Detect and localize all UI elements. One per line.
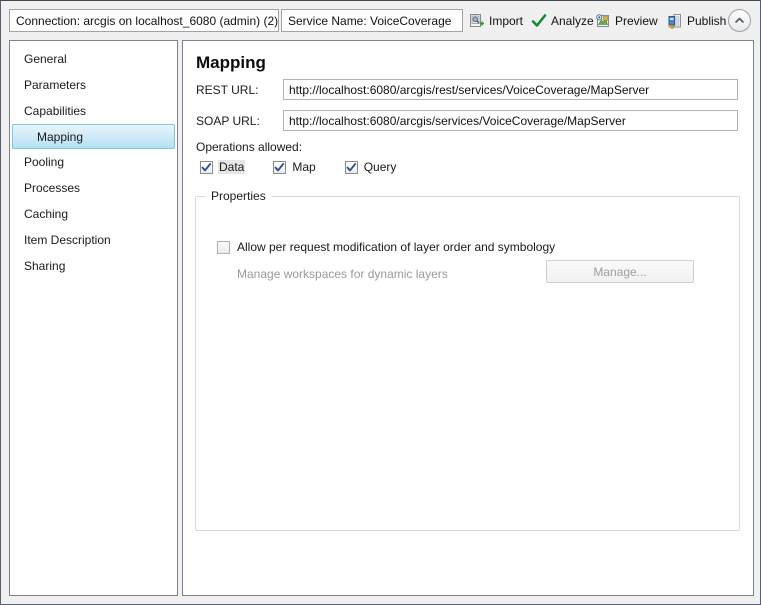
import-icon: [469, 13, 485, 29]
header-toolbar: Connection: arcgis on localhost_6080 (ad…: [1, 1, 760, 40]
checkbox-checked-icon: [344, 160, 358, 174]
collapse-panel-button[interactable]: [728, 9, 751, 32]
service-editor-window: Connection: arcgis on localhost_6080 (ad…: [0, 0, 761, 605]
checkbox-map[interactable]: Map: [273, 160, 316, 174]
manage-workspaces-label: Manage workspaces for dynamic layers: [237, 267, 448, 281]
service-name-field[interactable]: Service Name: VoiceCoverage: [281, 9, 463, 32]
checkbox-unchecked-icon: [217, 240, 230, 254]
sidebar-item-pooling[interactable]: Pooling: [10, 149, 177, 175]
preview-button[interactable]: Preview: [595, 10, 658, 31]
import-button[interactable]: Import: [469, 10, 523, 31]
check-icon: [531, 13, 547, 29]
checkbox-query[interactable]: Query: [344, 160, 398, 174]
chevron-up-icon: [733, 14, 746, 27]
page-title: Mapping: [196, 53, 266, 72]
mapping-settings-panel: Mapping REST URL: http://localhost:6080/…: [182, 40, 754, 596]
sidebar-item-capabilities[interactable]: Capabilities: [10, 98, 177, 124]
sidebar-item-caching[interactable]: Caching: [10, 201, 177, 227]
publish-button[interactable]: Publish: [667, 10, 726, 31]
rest-url-label: REST URL:: [196, 83, 259, 97]
soap-url-value: http://localhost:6080/arcgis/services/Vo…: [289, 113, 626, 128]
properties-group-title: Properties: [206, 189, 271, 203]
soap-url-field[interactable]: http://localhost:6080/arcgis/services/Vo…: [283, 110, 738, 131]
sidebar-item-general[interactable]: General: [10, 46, 177, 72]
checkbox-checked-icon: [273, 160, 287, 174]
allow-per-request-label: Allow per request modification of layer …: [237, 240, 556, 254]
sidebar-item-sharing[interactable]: Sharing: [10, 253, 177, 279]
settings-sidebar: General Parameters Capabilities Mapping …: [9, 40, 178, 596]
checkbox-data[interactable]: Data: [200, 160, 246, 174]
checkbox-allow-per-request-modification[interactable]: Allow per request modification of layer …: [217, 240, 555, 254]
operations-checkbox-group: Data Map Query: [200, 160, 425, 174]
checkbox-checked-icon: [200, 160, 213, 174]
checkbox-map-label: Map: [292, 160, 316, 174]
properties-group: Properties Allow per request modificatio…: [195, 189, 740, 531]
connection-text: Connection: arcgis on localhost_6080 (ad…: [16, 13, 279, 28]
import-label: Import: [489, 13, 524, 28]
connection-field[interactable]: Connection: arcgis on localhost_6080 (ad…: [9, 9, 279, 32]
publish-label: Publish: [687, 13, 727, 28]
sidebar-item-processes[interactable]: Processes: [10, 175, 177, 201]
checkbox-data-label: Data: [218, 160, 246, 174]
sidebar-item-mapping[interactable]: Mapping: [12, 124, 175, 149]
operations-allowed-label: Operations allowed:: [196, 140, 303, 154]
publish-icon: [667, 13, 683, 29]
checkbox-query-label: Query: [363, 160, 397, 174]
rest-url-field[interactable]: http://localhost:6080/arcgis/rest/servic…: [283, 79, 738, 100]
analyze-label: Analyze: [551, 13, 594, 28]
service-name-text: Service Name: VoiceCoverage: [288, 13, 452, 28]
rest-url-value: http://localhost:6080/arcgis/rest/servic…: [289, 82, 650, 97]
soap-url-label: SOAP URL:: [196, 114, 260, 128]
manage-button[interactable]: Manage...: [546, 260, 694, 283]
sidebar-item-item-description[interactable]: Item Description: [10, 227, 177, 253]
analyze-button[interactable]: Analyze: [531, 10, 594, 31]
preview-icon: [595, 13, 611, 29]
preview-label: Preview: [615, 13, 658, 28]
sidebar-item-parameters[interactable]: Parameters: [10, 72, 177, 98]
